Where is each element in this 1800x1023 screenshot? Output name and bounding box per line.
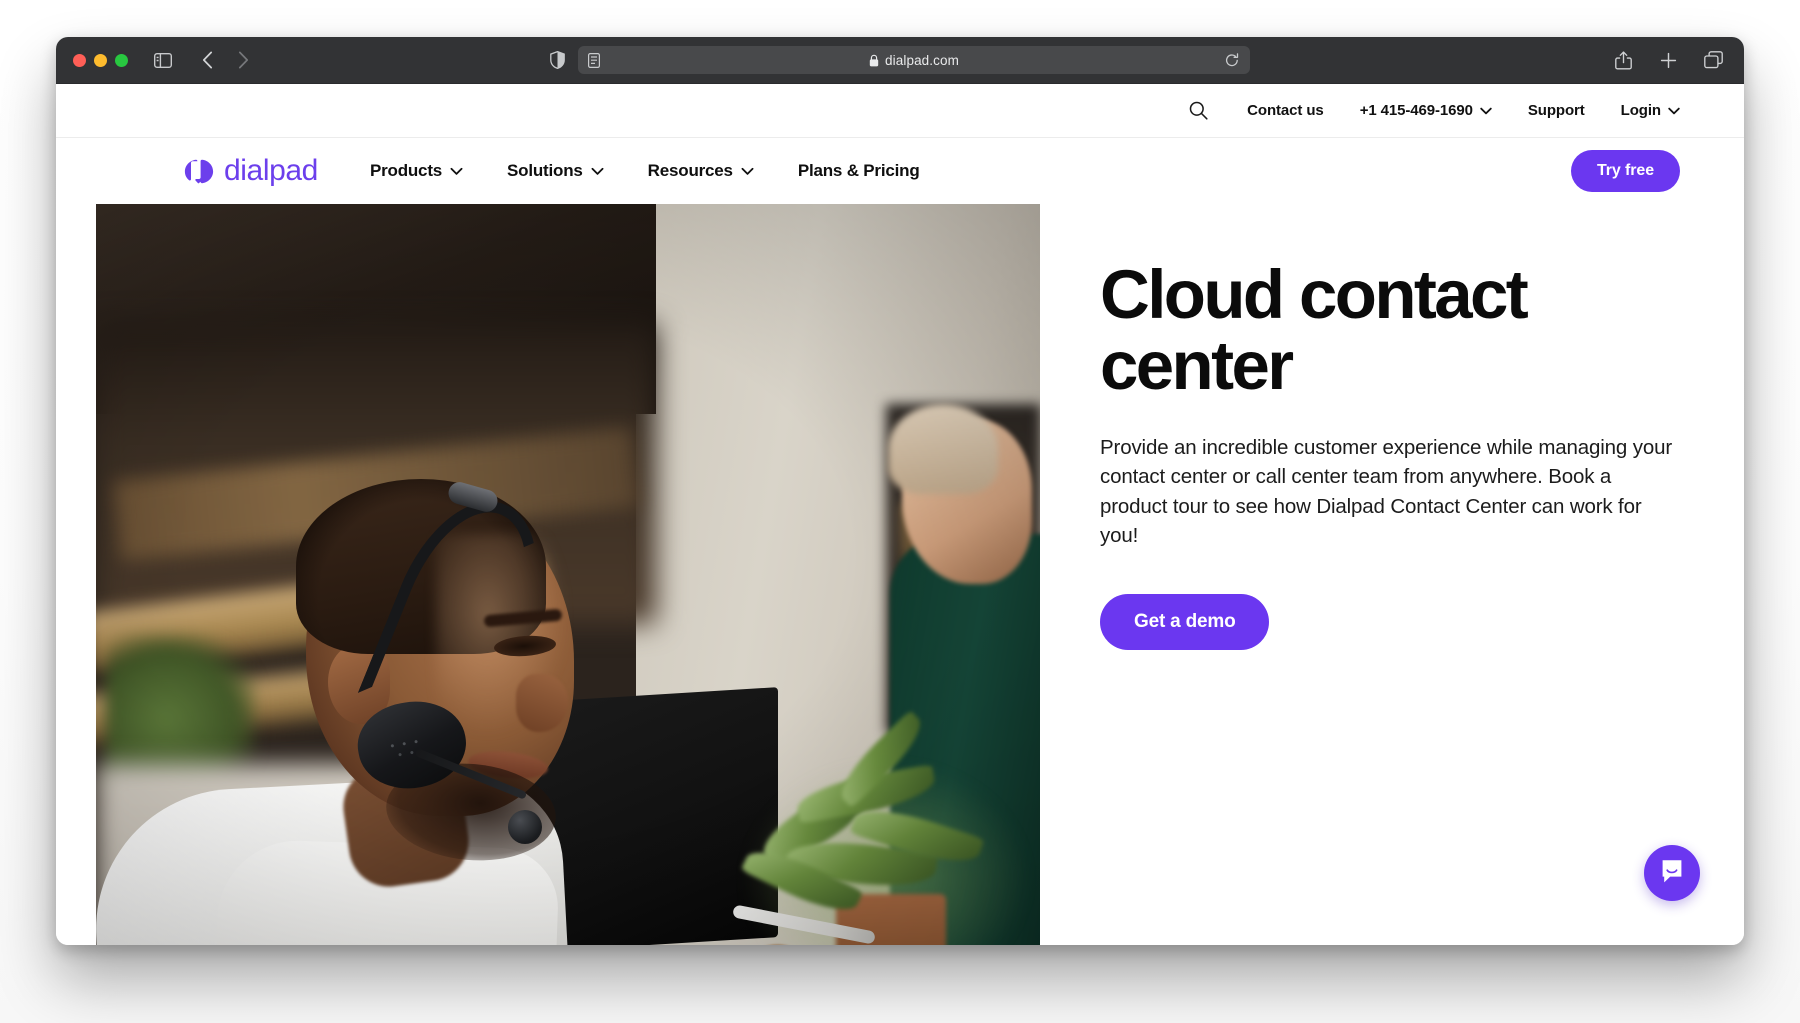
nav-link-label: Solutions (507, 161, 583, 180)
utility-link-support[interactable]: Support (1528, 102, 1585, 119)
chat-bubble-icon (1658, 857, 1686, 890)
utility-link-contact-us[interactable]: Contact us (1247, 102, 1324, 119)
url-text-group: dialpad.com (869, 53, 959, 68)
reload-icon[interactable] (1225, 52, 1239, 68)
try-free-button[interactable]: Try free (1570, 150, 1680, 192)
page-root: dialpad.com Contact us +1 415-469-1690 S… (0, 0, 1800, 1023)
hero-subtitle: Provide an incredible customer experienc… (1100, 436, 1672, 548)
browser-window: dialpad.com Contact us +1 415-469-1690 S… (56, 37, 1744, 945)
chevron-right-icon[interactable] (230, 47, 256, 73)
utility-link-login[interactable]: Login (1621, 102, 1680, 119)
chevron-down-icon (450, 167, 463, 176)
main-navigation: dialpad Products Solutions Resources Pla… (56, 138, 1744, 204)
nav-link-solutions[interactable]: Solutions (507, 161, 604, 181)
nav-link-label: Resources (647, 161, 733, 180)
utility-link-label: Support (1527, 102, 1585, 119)
lock-icon (869, 54, 879, 67)
plus-icon[interactable] (1655, 47, 1681, 73)
nav-link-products[interactable]: Products (370, 161, 463, 181)
browser-actions (1610, 47, 1726, 73)
dialpad-logo[interactable]: dialpad (184, 156, 318, 186)
url-bar[interactable]: dialpad.com (578, 46, 1250, 74)
chevron-down-icon (591, 167, 604, 176)
chevron-down-icon (741, 167, 754, 176)
chevron-left-icon[interactable] (194, 47, 220, 73)
nav-link-resources[interactable]: Resources (648, 161, 754, 181)
hero-copy: Cloud contact center Provide an incredib… (1040, 204, 1744, 651)
window-traffic-lights (73, 53, 128, 67)
hero-image (96, 204, 1040, 945)
url-hostname: dialpad.com (885, 52, 959, 68)
get-a-demo-button[interactable]: Get a demo (1100, 594, 1270, 651)
nav-link-plans-pricing[interactable]: Plans & Pricing (798, 161, 920, 181)
utility-link-label: Login (1620, 102, 1661, 119)
utility-link-label: Contact us (1247, 102, 1324, 119)
utility-link-label: +1 415-469-1690 (1359, 102, 1473, 119)
chevron-down-icon (1480, 107, 1492, 115)
sidebar-icon[interactable] (150, 47, 176, 73)
hero-section: Cloud contact center Provide an incredib… (56, 204, 1744, 945)
page-viewport: Contact us +1 415-469-1690 Support Login (56, 84, 1744, 945)
utility-link-phone[interactable]: +1 415-469-1690 (1360, 102, 1492, 119)
utility-bar: Contact us +1 415-469-1690 Support Login (56, 84, 1744, 138)
minimize-window-button[interactable] (94, 53, 107, 67)
nav-links: Products Solutions Resources Plans & Pri… (370, 161, 920, 181)
chevron-down-icon (1668, 107, 1680, 115)
browser-toolbar: dialpad.com (56, 37, 1744, 84)
privacy-shield-icon[interactable] (550, 51, 565, 69)
chat-launcher-button[interactable] (1644, 845, 1700, 901)
photo-vignette (96, 204, 1040, 945)
close-window-button[interactable] (73, 53, 86, 67)
nav-link-label: Products (369, 161, 443, 180)
nav-link-label: Plans & Pricing (797, 161, 920, 180)
share-icon[interactable] (1610, 47, 1636, 73)
dialpad-logo-text: dialpad (224, 154, 318, 187)
dialpad-logo-icon (184, 159, 214, 184)
address-bar-group: dialpad.com (550, 46, 1250, 74)
search-icon[interactable] (1183, 96, 1213, 126)
zoom-window-button[interactable] (115, 53, 128, 67)
page-title: Cloud contact center (1100, 256, 1529, 405)
reader-view-icon[interactable] (588, 52, 600, 68)
tab-overview-icon[interactable] (1700, 47, 1726, 73)
